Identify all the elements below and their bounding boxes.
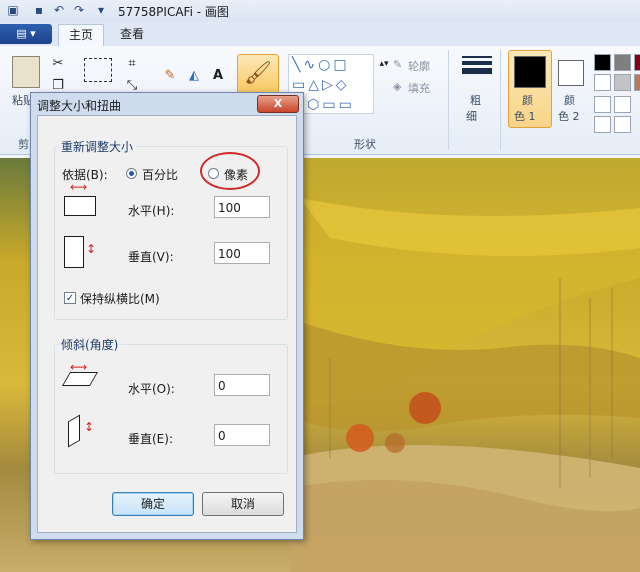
color2-label-2[interactable]: 色 2 [558, 108, 580, 124]
skew-group [54, 344, 288, 474]
window-title: 57758PICAFi - 画图 [118, 5, 229, 19]
tab-view[interactable]: 查看 [110, 24, 154, 45]
text-icon[interactable]: A [208, 66, 228, 86]
keep-ratio-label[interactable]: 保持纵横比(M) [80, 290, 160, 307]
shapes-group-label: 形状 [354, 138, 376, 151]
fill-label[interactable]: 填充 [408, 80, 430, 96]
highlight-circle [200, 152, 260, 190]
horizontal-input[interactable]: 100 [214, 196, 270, 218]
shapes-scroll-icon[interactable]: ▴▾ [374, 54, 394, 74]
skew-horizontal-label: 水平(O): [128, 382, 175, 396]
title-bar: ▣ ▪ ↶ ↷ ▾ 57758PICAFi - 画图 [0, 0, 640, 22]
dialog-title: 调整大小和扭曲 [37, 99, 122, 113]
skew-horizontal-input[interactable]: 0 [214, 374, 270, 396]
cut-icon[interactable]: ✂ [48, 54, 68, 74]
app-icon: ▣ [7, 3, 19, 17]
palette-swatch[interactable] [614, 116, 631, 133]
palette-swatch[interactable] [594, 74, 611, 91]
skew-vertical-arrow-icon: ↕ [84, 420, 95, 434]
horizontal-label: 水平(H): [128, 204, 175, 218]
ribbon-separator [500, 50, 501, 150]
cancel-button[interactable]: 取消 [202, 492, 284, 516]
size-icon[interactable] [462, 56, 492, 74]
skew-group-legend: 倾斜(角度) [58, 336, 122, 353]
ribbon-separator [448, 50, 449, 150]
palette-swatch[interactable] [614, 96, 631, 113]
palette-swatch[interactable] [594, 54, 611, 71]
skew-vertical-label: 垂直(E): [128, 432, 173, 446]
select-icon[interactable] [84, 58, 112, 82]
color1-label-2[interactable]: 色 1 [514, 108, 536, 124]
size-label-2[interactable]: 细 [466, 108, 477, 124]
palette-swatch[interactable] [614, 74, 631, 91]
skew-vertical-input[interactable]: 0 [214, 424, 270, 446]
paste-icon[interactable] [12, 56, 40, 88]
palette-swatch[interactable] [594, 116, 611, 133]
palette-swatch[interactable] [634, 74, 640, 91]
outline-label[interactable]: 轮廓 [408, 58, 430, 74]
tab-home[interactable]: 主页 [58, 24, 104, 46]
ok-button[interactable]: 确定 [112, 492, 194, 516]
size-label-1[interactable]: 粗 [470, 92, 481, 108]
crop-icon[interactable]: ⌗ [122, 54, 142, 74]
color2-swatch[interactable] [558, 60, 584, 86]
outline-icon[interactable]: ✎ [393, 58, 402, 71]
vertical-input[interactable]: 100 [214, 242, 270, 264]
resize-and-skew-dialog: 调整大小和扭曲 X 重新调整大小 依据(B): 百分比 像素 ⟷ 水平(H): … [30, 92, 304, 540]
vertical-resize-icon [64, 236, 84, 268]
save-icon[interactable]: ▪ [32, 3, 46, 17]
file-menu-button[interactable]: ▤ ▾ [0, 24, 52, 44]
vertical-arrow-icon: ↕ [86, 242, 97, 256]
color1-swatch[interactable] [514, 56, 546, 88]
quick-access-dropdown-icon[interactable]: ▾ [94, 3, 108, 17]
percent-radio-label[interactable]: 百分比 [142, 166, 178, 183]
resize-group-legend: 重新调整大小 [58, 138, 137, 155]
pencil-icon[interactable]: ✎ [160, 66, 180, 86]
horizontal-resize-icon [64, 196, 96, 216]
vertical-label: 垂直(V): [128, 250, 174, 264]
fill-bucket-icon[interactable]: ◭ [184, 66, 204, 86]
color2-label-1[interactable]: 颜 [564, 92, 575, 108]
palette-swatch[interactable] [614, 54, 631, 71]
percent-radio[interactable] [126, 168, 137, 179]
color1-label-1[interactable]: 颜 [522, 92, 533, 108]
horizontal-arrow-icon: ⟷ [70, 180, 88, 194]
fill-icon[interactable]: ◈ [393, 80, 401, 93]
redo-icon[interactable]: ↷ [72, 3, 86, 17]
palette-swatch[interactable] [594, 96, 611, 113]
close-button[interactable]: X [257, 95, 299, 113]
clipboard-group-label: 剪 [18, 138, 29, 151]
keep-ratio-checkbox[interactable]: ✓ [64, 292, 76, 304]
undo-icon[interactable]: ↶ [52, 3, 66, 17]
brushes-icon[interactable]: 🖌 [237, 54, 279, 94]
palette-swatch[interactable] [634, 54, 640, 71]
